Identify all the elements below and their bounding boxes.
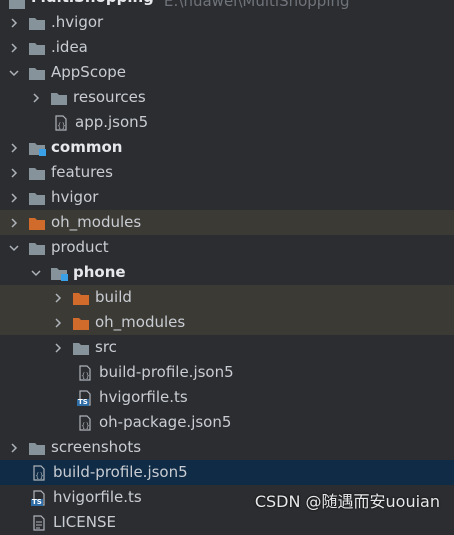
watermark: CSDN @随遇而安uouian <box>254 492 440 511</box>
tree-item-label: .hvigor <box>51 13 104 31</box>
tree-item-label: common <box>51 138 123 156</box>
folder-icon <box>28 65 46 81</box>
tree-item-features[interactable]: features <box>0 160 454 185</box>
chevron-down-icon[interactable] <box>6 240 22 256</box>
tree-item-label: LICENSE <box>53 513 116 531</box>
tree-item-label: src <box>95 338 117 356</box>
tree-item-common[interactable]: common <box>0 135 454 160</box>
tree-item-app-json5[interactable]: {} app.json5 <box>0 110 454 135</box>
chevron-right-icon[interactable] <box>28 90 44 106</box>
svg-text:{}: {} <box>81 372 90 380</box>
tree-item-label: AppScope <box>51 63 126 81</box>
tree-item-label: build-profile.json5 <box>99 363 234 381</box>
chevron-down-icon[interactable] <box>28 265 44 281</box>
tree-root-label: MultiShopping <box>31 0 154 10</box>
folder-icon <box>72 340 90 356</box>
tree-item-label: .idea <box>51 38 88 56</box>
text-file-icon <box>30 514 48 531</box>
typescript-file-icon: TS <box>76 389 94 406</box>
svg-text:{}: {} <box>57 122 66 130</box>
chevron-right-icon[interactable] <box>50 290 66 306</box>
excluded-folder-icon <box>72 290 90 306</box>
tree-item-screenshots[interactable]: screenshots <box>0 435 454 460</box>
tree-item-build-profile[interactable]: {} build-profile.json5 <box>0 460 454 485</box>
tree-item-hvigor-dir[interactable]: .hvigor <box>0 10 454 35</box>
tree-item-label: oh_modules <box>95 313 186 331</box>
chevron-right-icon[interactable] <box>6 440 22 456</box>
tree-item-appscope[interactable]: AppScope <box>0 60 454 85</box>
chevron-right-icon[interactable] <box>6 40 22 56</box>
chevron-right-icon[interactable] <box>6 190 22 206</box>
folder-icon <box>28 190 46 206</box>
folder-icon <box>28 440 46 456</box>
chevron-right-icon[interactable] <box>6 15 22 31</box>
tree-item-label: hvigorfile.ts <box>53 488 142 506</box>
tree-root[interactable]: MultiShopping E:\huawei\MultiShopping <box>0 0 454 10</box>
folder-icon <box>28 15 46 31</box>
tree-item-license[interactable]: LICENSE <box>0 510 454 535</box>
folder-icon <box>28 40 46 56</box>
tree-item-phone-build-profile[interactable]: {} build-profile.json5 <box>0 360 454 385</box>
tree-item-label: resources <box>73 88 146 106</box>
module-folder-icon <box>28 140 46 156</box>
chevron-right-icon[interactable] <box>50 315 66 331</box>
tree-item-src[interactable]: src <box>0 335 454 360</box>
tree-item-build[interactable]: build <box>0 285 454 310</box>
tree-item-label: oh-package.json5 <box>99 413 232 431</box>
tree-item-label: build <box>95 288 132 306</box>
tree-item-label: product <box>51 238 109 256</box>
tree-item-resources[interactable]: resources <box>0 85 454 110</box>
tree-item-product[interactable]: product <box>0 235 454 260</box>
folder-icon <box>50 90 68 106</box>
typescript-file-icon: TS <box>30 489 48 506</box>
tree-item-hvigor[interactable]: hvigor <box>0 185 454 210</box>
svg-text:{}: {} <box>81 422 90 430</box>
tree-item-phone-hvigorfile[interactable]: TS hvigorfile.ts <box>0 385 454 410</box>
tree-item-oh-modules[interactable]: oh_modules <box>0 210 454 235</box>
tree-root-path: E:\huawei\MultiShopping <box>163 0 350 10</box>
chevron-right-icon[interactable] <box>6 215 22 231</box>
folder-icon <box>28 165 46 181</box>
tree-item-phone-oh-modules[interactable]: oh_modules <box>0 310 454 335</box>
tree-item-label: oh_modules <box>51 213 142 231</box>
svg-text:{}: {} <box>35 472 44 480</box>
json-file-icon: {} <box>76 414 94 431</box>
tree-item-label: screenshots <box>51 438 142 456</box>
chevron-right-icon[interactable] <box>6 165 22 181</box>
tree-item-label: phone <box>73 263 126 281</box>
tree-item-label: app.json5 <box>75 113 149 131</box>
chevron-right-icon[interactable] <box>6 140 22 156</box>
tree-item-label: features <box>51 163 113 181</box>
excluded-folder-icon <box>28 215 46 231</box>
module-folder-icon <box>50 265 68 281</box>
tree-item-label: build-profile.json5 <box>53 463 188 481</box>
chevron-down-icon[interactable] <box>6 65 22 81</box>
tree-item-label: hvigorfile.ts <box>99 388 188 406</box>
tree-item-phone-oh-package[interactable]: {} oh-package.json5 <box>0 410 454 435</box>
json-file-icon: {} <box>30 464 48 481</box>
folder-icon <box>8 0 26 10</box>
folder-icon <box>28 240 46 256</box>
chevron-right-icon[interactable] <box>50 340 66 356</box>
excluded-folder-icon <box>72 315 90 331</box>
json-file-icon: {} <box>52 114 70 131</box>
json-file-icon: {} <box>76 364 94 381</box>
tree-item-idea[interactable]: .idea <box>0 35 454 60</box>
tree-item-label: hvigor <box>51 188 99 206</box>
tree-item-phone[interactable]: phone <box>0 260 454 285</box>
